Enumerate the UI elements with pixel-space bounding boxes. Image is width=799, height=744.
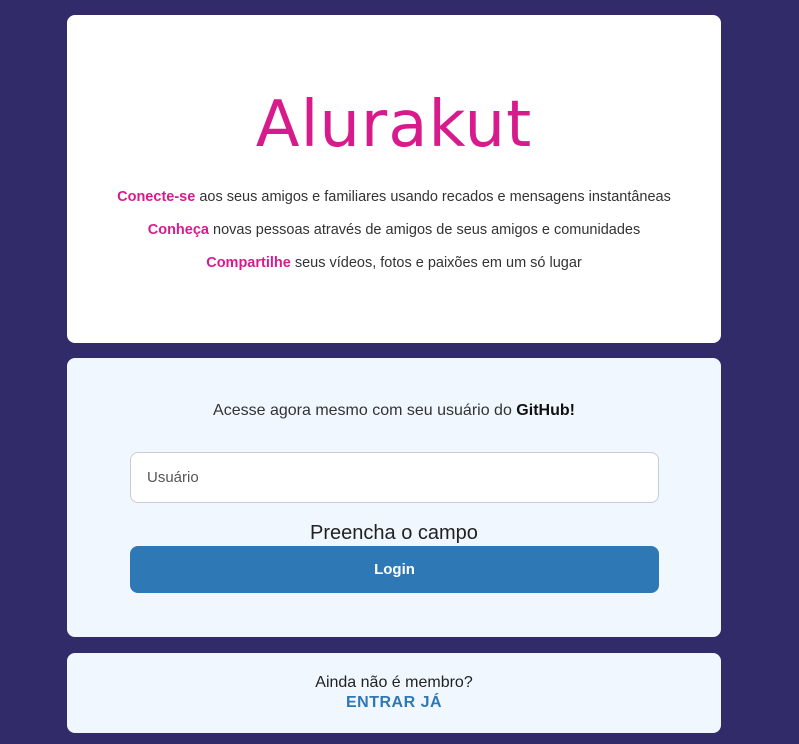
login-prompt: Acesse agora mesmo com seu usuário do Gi…	[67, 402, 721, 420]
login-card: Acesse agora mesmo com seu usuário do Gi…	[67, 358, 721, 637]
login-prompt-text: Acesse agora mesmo com seu usuário do	[213, 402, 517, 419]
feature-share-text: seus vídeos, fotos e paixões em um só lu…	[290, 255, 582, 271]
signup-card: Ainda não é membro? ENTRAR JÁ	[67, 653, 721, 733]
hero-card: Alurakut Conecte-se aos seus amigos e fa…	[67, 15, 721, 343]
feature-connect-highlight: Conecte-se	[117, 189, 196, 205]
feature-meet-highlight: Conheça	[147, 222, 209, 238]
feature-meet: Conheça novas pessoas através de amigos …	[67, 220, 721, 253]
username-input[interactable]	[130, 452, 659, 503]
feature-meet-text: novas pessoas através de amigos de seus …	[209, 222, 641, 238]
feature-connect: Conecte-se aos seus amigos e familiares …	[67, 187, 721, 220]
feature-share-highlight: Compartilhe	[206, 255, 291, 271]
login-prompt-exclamation: !	[569, 402, 575, 419]
github-label: GitHub	[516, 402, 570, 419]
feature-connect-text: aos seus amigos e familiares usando reca…	[195, 189, 671, 205]
signup-question: Ainda não é membro?	[315, 674, 473, 691]
signup-link[interactable]: ENTRAR JÁ	[67, 694, 721, 712]
features-list: Conecte-se aos seus amigos e familiares …	[67, 187, 721, 286]
feature-share: Compartilhe seus vídeos, fotos e paixões…	[67, 253, 721, 286]
login-button[interactable]: Login	[130, 546, 659, 593]
alurakut-logo: Alurakut	[255, 88, 533, 162]
validation-message: Preencha o campo	[310, 522, 478, 544]
